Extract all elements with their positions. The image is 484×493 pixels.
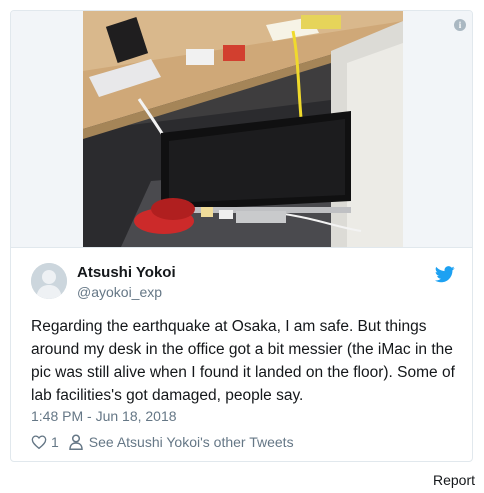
- other-tweets-link[interactable]: See Atsushi Yokoi's other Tweets: [89, 434, 294, 450]
- office-desk-photo: [11, 11, 472, 247]
- like-count[interactable]: 1: [51, 434, 59, 450]
- display-name[interactable]: Atsushi Yokoi: [77, 264, 176, 281]
- info-icon[interactable]: i: [454, 19, 466, 31]
- default-avatar-icon: [31, 263, 67, 299]
- screen-name[interactable]: @ayokoi_exp: [77, 284, 162, 300]
- tweet-timestamp[interactable]: 1:48 PM - Jun 18, 2018: [31, 408, 177, 424]
- avatar[interactable]: [31, 263, 67, 299]
- tweet-actions: 1 See Atsushi Yokoi's other Tweets: [31, 433, 294, 451]
- person-icon: [69, 434, 83, 450]
- tweet-text: Regarding the earthquake at Osaka, I am …: [31, 318, 455, 404]
- heart-icon[interactable]: [31, 434, 47, 450]
- twitter-bird-icon[interactable]: [435, 266, 455, 283]
- embedded-tweet-card: i Atsushi Yokoi @ayokoi_exp Regarding th…: [10, 10, 473, 462]
- divider: [11, 247, 472, 248]
- report-link[interactable]: Report: [433, 472, 475, 488]
- tweet-photo[interactable]: i: [11, 11, 472, 247]
